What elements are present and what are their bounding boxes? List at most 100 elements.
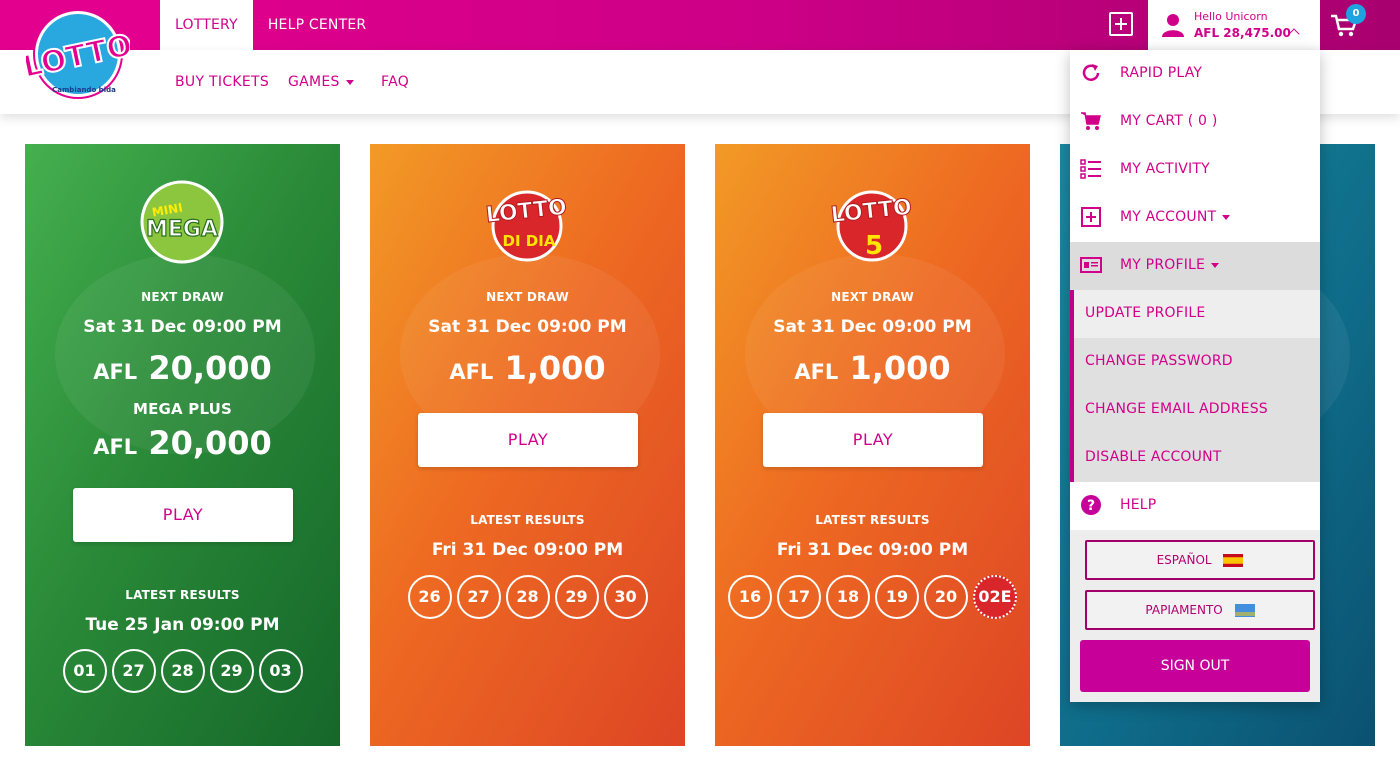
jackpot-value: 20,000 — [148, 349, 272, 387]
result-balls: 01 27 28 29 03 — [25, 649, 340, 693]
lotto-5-logo-sub: 5 — [865, 231, 883, 261]
user-icon — [1162, 14, 1184, 37]
jackpot-amount: AFL 1,000 — [715, 349, 1030, 387]
games-label: GAMES — [288, 74, 340, 90]
play-button[interactable]: PLAY — [73, 488, 293, 542]
lotto-5-card: LOTTO 5 NEXT DRAW Sat 31 Dec 09:00 PM AF… — [715, 144, 1030, 746]
latest-results-label: LATEST RESULTS — [815, 513, 930, 527]
lotto-logo[interactable]: LOTTO Cambiando bida — [26, 8, 130, 102]
play-button[interactable]: PLAY — [763, 413, 983, 467]
lotto-di-dia-logo-sub: DI DIA — [503, 232, 556, 250]
change-password-label: CHANGE PASSWORD — [1085, 353, 1233, 369]
caret-down-icon — [1222, 214, 1231, 220]
cart-count-badge: 0 — [1346, 4, 1366, 24]
disable-account-label: DISABLE ACCOUNT — [1085, 449, 1222, 465]
faq-link[interactable]: FAQ — [381, 74, 409, 90]
my-profile-menu-item[interactable]: MY PROFILE — [1070, 242, 1320, 290]
top-nav: LOTTERY HELP CENTER — [160, 0, 381, 50]
jackpot-currency: AFL — [794, 360, 839, 384]
play-button[interactable]: PLAY — [418, 413, 638, 467]
help-menu-item[interactable]: ? HELP — [1070, 482, 1320, 530]
games-menu[interactable]: GAMES — [288, 74, 354, 90]
jackpot-value: 1,000 — [849, 349, 951, 387]
result-ball: 27 — [456, 575, 501, 619]
jackpot-currency: AFL — [449, 360, 494, 384]
latest-results-date: Fri 31 Dec 09:00 PM — [776, 540, 969, 560]
caret-down-icon — [1211, 262, 1220, 268]
mega-plus-amount: AFL 20,000 — [25, 424, 340, 462]
papiamento-label: PAPIAMENTO — [1145, 603, 1223, 617]
mega-plus-label: MEGA PLUS — [132, 400, 233, 418]
my-activity-label: MY ACTIVITY — [1120, 161, 1210, 177]
language-espanol-button[interactable]: ESPAÑOL — [1085, 540, 1315, 580]
mini-mega-logo: MINI MEGA — [140, 180, 224, 264]
mega-plus-value: 20,000 — [148, 424, 272, 462]
latest-results-date: Fri 31 Dec 09:00 PM — [431, 540, 624, 560]
id-card-icon — [1080, 257, 1102, 273]
sign-out-button[interactable]: SIGN OUT — [1080, 640, 1310, 692]
result-ball: 18 — [826, 575, 870, 619]
result-ball: 30 — [603, 575, 648, 619]
mega-plus-currency: AFL — [93, 435, 138, 459]
extra-ball: 02E — [973, 575, 1017, 619]
result-balls: 26 27 28 29 30 — [370, 575, 685, 619]
change-email-label: CHANGE EMAIL ADDRESS — [1085, 401, 1268, 417]
list-icon — [1080, 159, 1101, 179]
my-account-text: MY ACCOUNT — [1120, 209, 1217, 225]
cart-icon — [1081, 112, 1101, 130]
spain-flag-icon — [1223, 554, 1244, 567]
mini-mega-logo-main: MEGA — [146, 217, 218, 242]
next-draw-label: NEXT DRAW — [141, 290, 224, 304]
result-ball: 29 — [209, 649, 254, 693]
user-menu-button[interactable]: Hello Unicorn AFL 28,475.00 — [1148, 0, 1320, 50]
plus-square-icon — [1081, 207, 1101, 227]
mini-mega-card: MINI MEGA NEXT DRAW Sat 31 Dec 09:00 PM … — [25, 144, 340, 746]
jackpot-amount: AFL 20,000 — [25, 349, 340, 387]
next-draw-label: NEXT DRAW — [831, 290, 914, 304]
latest-results-label: LATEST RESULTS — [125, 588, 240, 602]
my-activity-menu-item[interactable]: MY ACTIVITY — [1070, 146, 1320, 194]
change-password-item[interactable]: CHANGE PASSWORD — [1070, 338, 1320, 386]
rapid-play-menu-item[interactable]: RAPID PLAY — [1070, 50, 1320, 98]
jackpot-currency: AFL — [93, 360, 138, 384]
my-cart-label: MY CART ( 0 ) — [1120, 113, 1218, 129]
lotto-di-dia-logo: LOTTO DI DIA — [484, 190, 568, 262]
my-account-menu-item[interactable]: MY ACCOUNT — [1070, 194, 1320, 242]
top-bar: LOTTERY HELP CENTER Hello Unicorn AFL 28… — [0, 0, 1400, 50]
tab-help-center[interactable]: HELP CENTER — [253, 0, 381, 50]
jackpot-value: 1,000 — [504, 349, 606, 387]
result-ball: 17 — [777, 575, 821, 619]
result-ball: 28 — [160, 649, 205, 693]
result-ball: 29 — [554, 575, 599, 619]
language-papiamento-button[interactable]: PAPIAMENTO — [1085, 590, 1315, 630]
update-profile-label: UPDATE PROFILE — [1085, 305, 1206, 321]
result-balls: 16 17 18 19 20 02E — [715, 575, 1030, 619]
latest-results-date: Tue 25 Jan 09:00 PM — [85, 615, 280, 635]
logo-tagline: Cambiando bida — [52, 86, 116, 94]
tab-lottery[interactable]: LOTTERY — [160, 0, 253, 50]
lotto-5-logo: LOTTO 5 — [829, 190, 913, 262]
result-ball: 28 — [505, 575, 550, 619]
change-email-item[interactable]: CHANGE EMAIL ADDRESS — [1070, 386, 1320, 434]
espanol-label: ESPAÑOL — [1156, 553, 1212, 567]
update-profile-item[interactable]: UPDATE PROFILE — [1070, 290, 1320, 338]
result-ball: 19 — [875, 575, 919, 619]
buy-tickets-link[interactable]: BUY TICKETS — [175, 74, 269, 90]
question-circle-icon: ? — [1081, 495, 1101, 515]
result-ball: 26 — [407, 575, 452, 619]
my-account-label: MY ACCOUNT — [1120, 209, 1231, 225]
user-dropdown-menu: RAPID PLAY MY CART ( 0 ) MY ACTIVITY MY … — [1070, 50, 1320, 702]
disable-account-item[interactable]: DISABLE ACCOUNT — [1070, 434, 1320, 482]
jackpot-amount: AFL 1,000 — [370, 349, 685, 387]
my-cart-menu-item[interactable]: MY CART ( 0 ) — [1070, 98, 1320, 146]
aruba-flag-icon — [1234, 604, 1255, 617]
plus-square-icon[interactable] — [1109, 12, 1133, 36]
language-section: ESPAÑOL PAPIAMENTO SIGN OUT — [1070, 530, 1320, 702]
result-ball: 20 — [924, 575, 968, 619]
help-label: HELP — [1120, 497, 1157, 513]
next-draw-date: Sat 31 Dec 09:00 PM — [773, 317, 972, 337]
lotto-di-dia-card: LOTTO DI DIA NEXT DRAW Sat 31 Dec 09:00 … — [370, 144, 685, 746]
svg-text:?: ? — [1087, 498, 1095, 514]
result-ball: 16 — [728, 575, 772, 619]
next-draw-label: NEXT DRAW — [486, 290, 569, 304]
